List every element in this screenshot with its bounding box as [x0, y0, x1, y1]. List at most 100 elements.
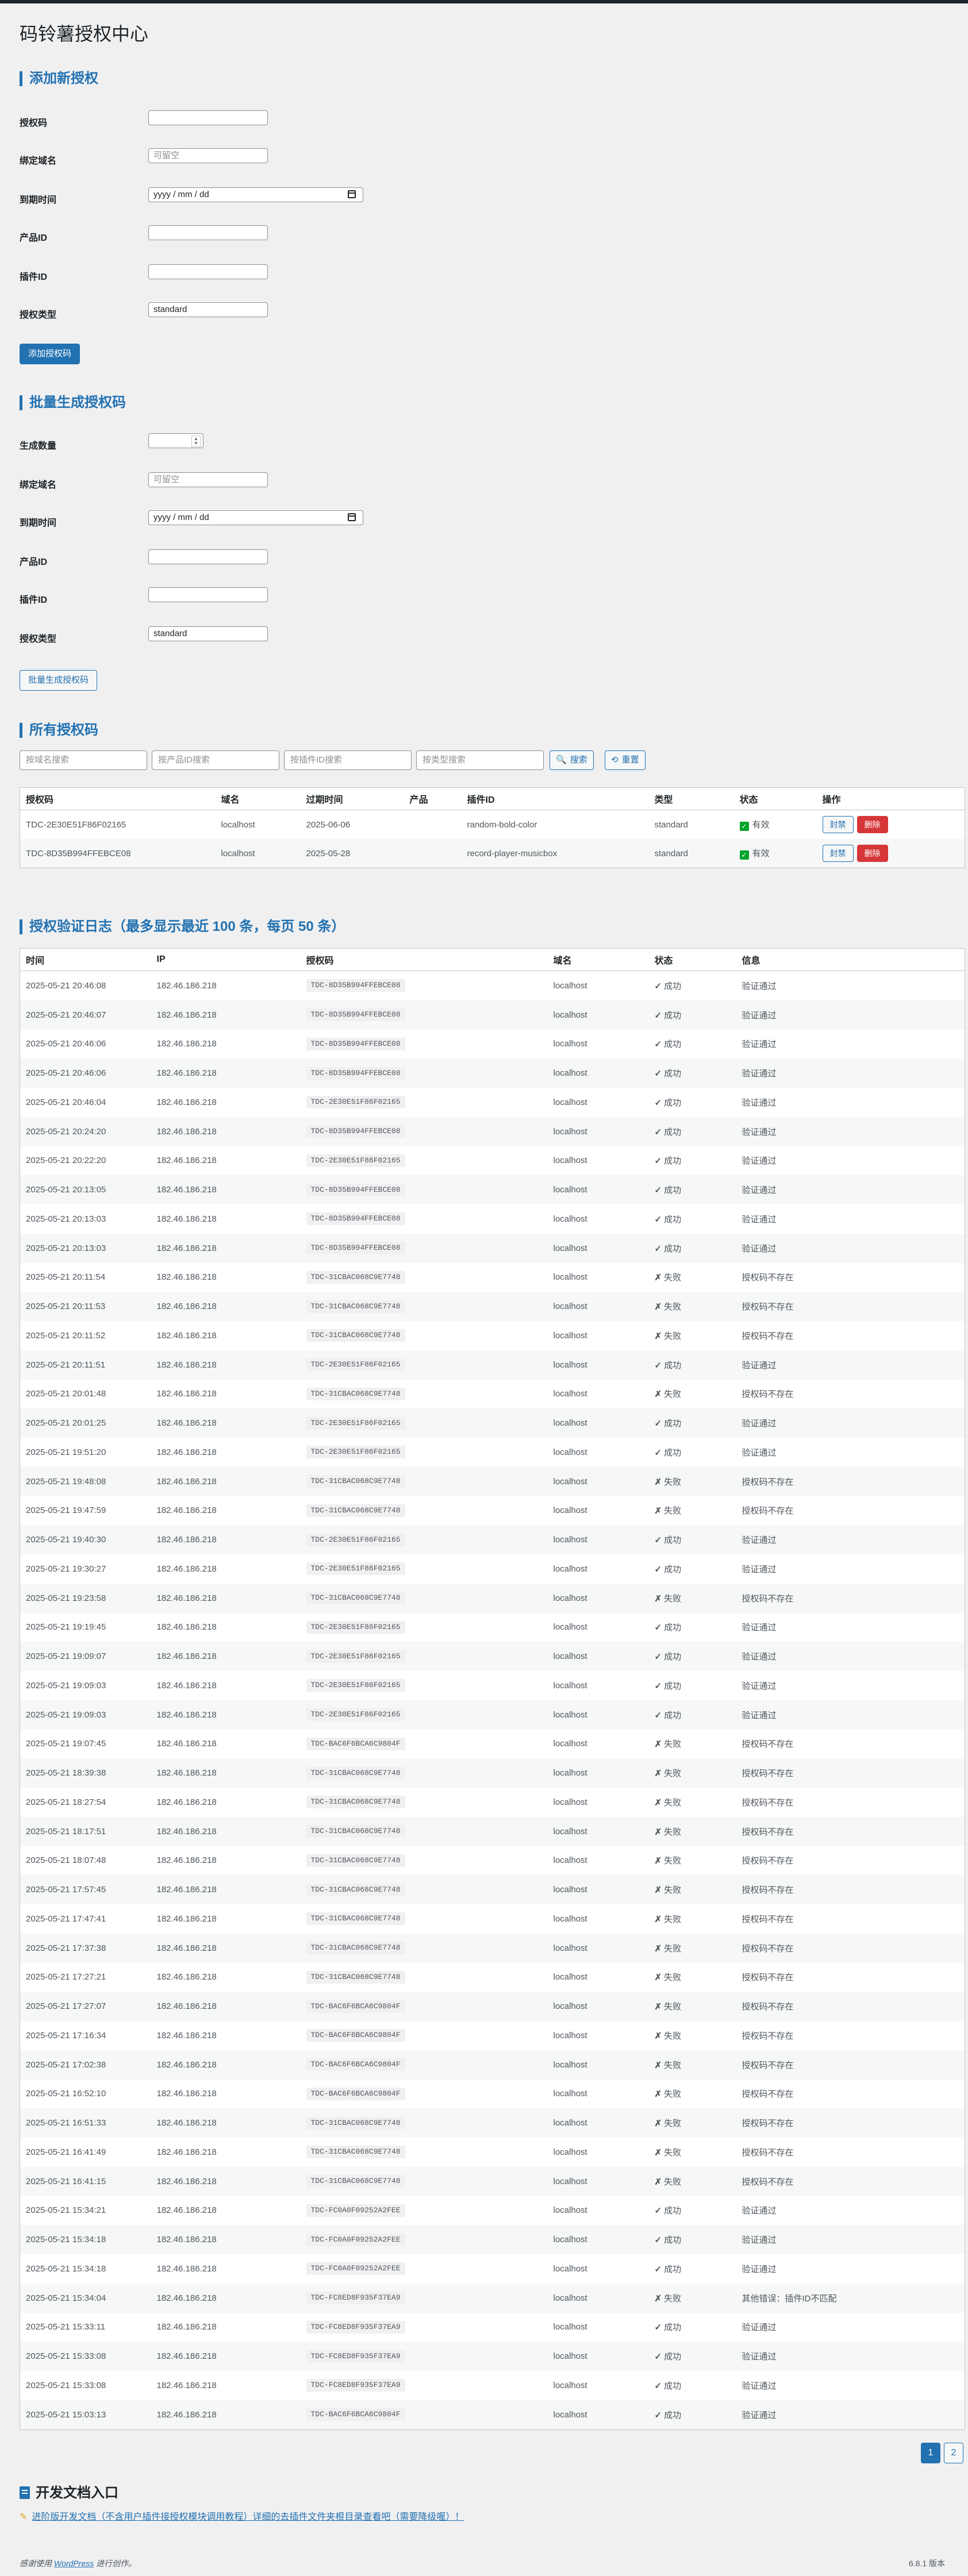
- add-type-input[interactable]: standard: [148, 302, 268, 317]
- log-code-cell: TDC-31CBAC068C9E7748: [300, 1933, 548, 1963]
- log-message: 验证通过: [736, 2400, 965, 2429]
- ban-button[interactable]: 封禁: [822, 816, 854, 833]
- search-plugin-input[interactable]: 按插件ID搜索: [284, 750, 412, 770]
- check-icon: ✓: [654, 1214, 662, 1225]
- log-row: 2025-05-21 20:46:07 182.46.186.218 TDC-8D3…: [20, 1000, 965, 1030]
- search-button[interactable]: 🔍 搜索: [550, 750, 594, 770]
- add-plugin-input[interactable]: [148, 264, 268, 279]
- log-status: ✗ 失败: [648, 1875, 736, 1904]
- add-code-input[interactable]: [148, 110, 268, 125]
- log-status: ✓ 成功: [649, 2313, 736, 2342]
- log-domain: localhost: [547, 1992, 649, 2021]
- log-status-text: 成功: [664, 1360, 682, 1370]
- log-time: 2025-05-21 20:13:03: [20, 1233, 151, 1263]
- log-domain: localhost: [547, 1875, 649, 1904]
- log-ip: 182.46.186.218: [151, 1875, 301, 1904]
- log-code-cell: TDC-8D35B994FFEBCE08: [301, 1204, 548, 1234]
- log-time: 2025-05-21 15:33:08: [20, 2342, 151, 2371]
- page-1-button[interactable]: 1: [921, 2443, 940, 2463]
- log-status-text: 失败: [664, 1739, 682, 1750]
- log-status: ✗ 失败: [648, 2050, 736, 2080]
- log-code-cell: TDC-31CBAC068C9E7748: [300, 2166, 548, 2196]
- log-status-text: 成功: [664, 1185, 682, 1196]
- log-code: TDC-31CBAC068C9E7748: [306, 1504, 405, 1517]
- log-code: TDC-8D35B994FFEBCE08: [306, 1037, 405, 1050]
- check-icon: ✓: [654, 1623, 662, 1633]
- log-message: 验证通过: [736, 1000, 965, 1030]
- log-row: 2025-05-21 20:11:54 182.46.186.218 TDC-31C…: [20, 1263, 965, 1292]
- search-domain-input[interactable]: 按域名搜索: [20, 750, 147, 770]
- log-code-cell: TDC-BAC6F6BCA6C9804F: [300, 2050, 548, 2080]
- search-product-input[interactable]: 按产品ID搜索: [152, 750, 279, 770]
- reset-button[interactable]: ⟲ 重置: [605, 750, 646, 770]
- log-message: 授权码不存在: [742, 2147, 794, 2158]
- log-status: ✗ 失败: [648, 1933, 736, 1963]
- log-message: 授权码不存在: [736, 1875, 965, 1904]
- page-2-button[interactable]: 2: [944, 2443, 963, 2463]
- search-button-label: 搜索: [570, 755, 587, 765]
- batch-type-input[interactable]: standard: [148, 626, 268, 641]
- log-time: 2025-05-21 20:46:07: [20, 1000, 151, 1030]
- log-code: TDC-31CBAC068C9E7748: [306, 1970, 405, 1984]
- license-col-header: 授权码: [20, 787, 216, 810]
- cross-icon: ✗: [654, 2177, 662, 2187]
- cross-icon: ✗: [654, 2147, 662, 2158]
- log-code: TDC-FC8ED8F935F37EA9: [306, 2379, 405, 2392]
- log-time: 2025-05-21 20:24:20: [20, 1116, 151, 1146]
- all-section-title: 所有授权码: [20, 723, 98, 738]
- log-status-text: 成功: [664, 1419, 682, 1429]
- license-code-cell: TDC-8D35B994FFEBCE08: [20, 839, 216, 868]
- log-message: 验证通过: [736, 1058, 965, 1088]
- log-domain: localhost: [553, 1855, 587, 1866]
- batch-expire-date-input[interactable]: yyyy / mm / dd: [148, 510, 363, 525]
- batch-generate-button[interactable]: 批量生成授权码: [20, 670, 98, 691]
- delete-button[interactable]: 删除: [856, 816, 888, 833]
- add-domain-input[interactable]: 可留空: [148, 148, 268, 163]
- log-time: 2025-05-21 19:30:27: [26, 1564, 106, 1574]
- batch-domain-input[interactable]: 可留空: [148, 472, 268, 487]
- add-license-button[interactable]: 添加授权码: [20, 344, 80, 364]
- number-spinner[interactable]: ▴ ▾: [191, 436, 201, 447]
- calendar-icon[interactable]: [348, 190, 356, 198]
- log-time: 2025-05-21 19:19:45: [26, 1622, 106, 1632]
- log-status: ✓ 成功: [648, 1000, 736, 1030]
- log-status: ✗ 失败: [649, 1904, 736, 1934]
- log-domain: localhost: [553, 1564, 587, 1574]
- batch-product-input[interactable]: [148, 549, 268, 564]
- log-row: 2025-05-21 15:33:11 182.46.186.218 TDC-FC8…: [20, 2313, 965, 2342]
- delete-button[interactable]: 删除: [856, 845, 888, 862]
- log-time: 2025-05-21 17:02:38: [20, 2050, 151, 2080]
- calendar-icon[interactable]: [348, 513, 356, 521]
- log-code: TDC-BAC6F6BCA6C9804F: [306, 2408, 405, 2421]
- log-status: ✓ 成功: [648, 1116, 736, 1146]
- log-status: ✗ 失败: [649, 1846, 736, 1876]
- log-code-cell: TDC-8D35B994FFEBCE08: [300, 1058, 548, 1088]
- log-code: TDC-31CBAC068C9E7748: [306, 1912, 405, 1926]
- add-product-input[interactable]: [148, 225, 268, 240]
- add-expire-date-input[interactable]: yyyy / mm / dd: [148, 187, 363, 202]
- license-row: TDC-2E30E51F86F02165 localhost 2025-06-06 r…: [20, 810, 965, 840]
- log-row: 2025-05-21 15:34:04 182.46.186.218 TDC-FC8…: [20, 2283, 965, 2313]
- dev-docs-link[interactable]: ✎ 进阶版开发文档（不含用户插件接授权模块调用教程）详细的去插件文件夹根目录查看吧…: [20, 2509, 464, 2523]
- log-col-header: 域名: [547, 948, 649, 971]
- log-domain: localhost: [553, 2030, 587, 2040]
- license-col-header: 过期时间: [300, 787, 404, 810]
- log-ip: 182.46.186.218: [156, 1797, 217, 1807]
- add-type-row: 授权类型 standard: [20, 302, 479, 325]
- log-status: ✓ 成功: [648, 1350, 736, 1380]
- log-code: TDC-BAC6F6BCA6C9804F: [306, 2029, 405, 2042]
- log-code: TDC-8D35B994FFEBCE08: [306, 1183, 405, 1196]
- batch-count-input[interactable]: ▴ ▾: [148, 433, 203, 448]
- log-code: TDC-31CBAC068C9E7748: [306, 2175, 405, 2188]
- batch-plugin-input[interactable]: [148, 587, 268, 602]
- log-code-cell: TDC-FC8ED8F935F37EA9: [301, 2313, 548, 2342]
- ban-button[interactable]: 封禁: [822, 845, 854, 862]
- search-type-input[interactable]: 按类型搜索: [416, 750, 544, 770]
- log-status: ✓ 成功: [649, 1671, 736, 1700]
- log-ip: 182.46.186.218: [151, 2108, 301, 2138]
- log-ip: 182.46.186.218: [156, 1039, 217, 1049]
- wordpress-link[interactable]: WordPress: [54, 2559, 94, 2568]
- log-ip: 182.46.186.218: [151, 1992, 301, 2021]
- log-row: 2025-05-21 15:33:08 182.46.186.218 TDC-FC8…: [20, 2342, 965, 2371]
- log-ip: 182.46.186.218: [156, 1972, 217, 1982]
